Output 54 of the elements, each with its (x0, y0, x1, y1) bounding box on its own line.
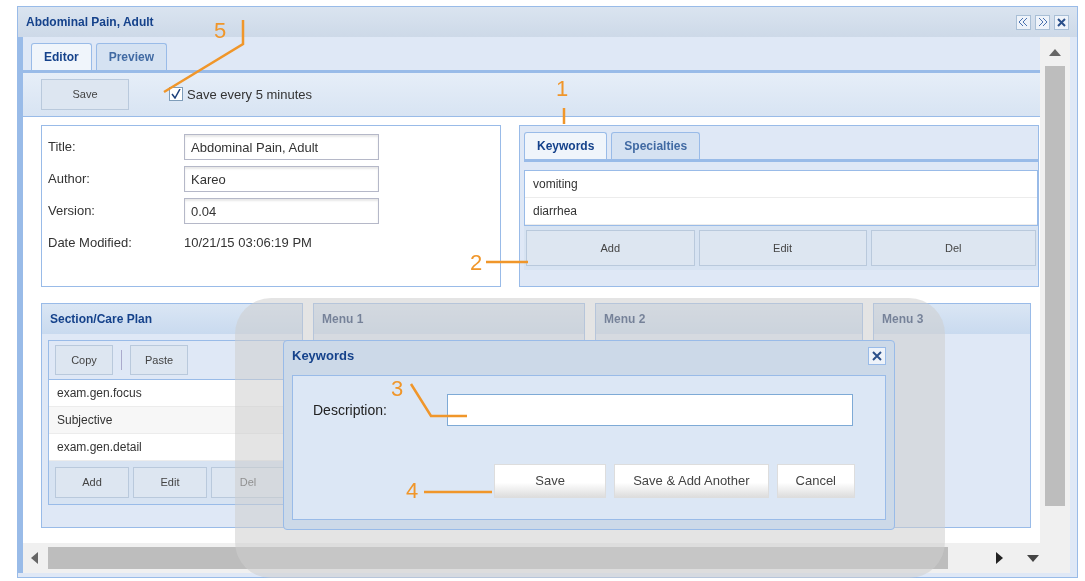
scroll-up-icon[interactable] (1049, 49, 1061, 56)
collapse-left-icon[interactable] (1016, 14, 1031, 30)
description-label: Description: (313, 400, 387, 420)
toolbar-button[interactable]: Copy (55, 344, 113, 375)
tab[interactable]: Specialties (611, 131, 701, 159)
leader-line (409, 383, 467, 418)
tab[interactable]: Preview (95, 43, 168, 70)
field-label: Author: (48, 169, 91, 188)
scroll-down-icon[interactable] (1027, 554, 1039, 562)
panel-title: Menu 3 (874, 303, 1030, 334)
tab[interactable]: Keywords (524, 131, 608, 159)
callout-number: 1 (556, 78, 569, 100)
save-button[interactable]: Save (41, 79, 129, 110)
field-label: Version: (48, 201, 96, 220)
autosave-label: Save every 5 minutes (187, 85, 312, 104)
scroll-left-icon[interactable] (31, 552, 38, 564)
panel-title: Section/Care Plan (42, 303, 302, 334)
collapse-right-icon[interactable] (1035, 14, 1050, 30)
panel-button[interactable]: Add (526, 229, 695, 266)
window-title: Abdominal Pain, Adult (26, 14, 154, 31)
field-label: Date Modified: (48, 233, 133, 252)
callout-number: 3 (391, 378, 404, 400)
callout-number: 2 (470, 252, 483, 274)
panel-title: Menu 2 (596, 303, 862, 334)
text-field[interactable]: Abdominal Pain, Adult (184, 133, 379, 160)
panel-button[interactable]: Add (55, 467, 129, 498)
dialog-button[interactable]: Save & Add Another (614, 464, 769, 498)
horizontal-scrollbar[interactable] (18, 543, 1070, 573)
close-icon[interactable] (1054, 14, 1069, 30)
panel-title: Menu 1 (314, 303, 584, 334)
leader-line (486, 260, 528, 264)
callout-number: 4 (406, 480, 419, 502)
panel-button[interactable]: Edit (133, 467, 207, 498)
dialog-button[interactable]: Save (494, 464, 607, 498)
vertical-scrollbar[interactable] (1040, 37, 1070, 543)
toolbar-button[interactable]: Paste (130, 344, 188, 375)
dialog-title: Keywords (292, 347, 355, 366)
field-value: 10/21/15 03:06:19 PM (184, 233, 312, 252)
scroll-right-icon[interactable] (996, 552, 1003, 564)
autosave-checkbox[interactable] (169, 87, 183, 102)
close-icon[interactable] (868, 347, 886, 365)
dialog-button[interactable]: Cancel (776, 464, 855, 498)
description-field[interactable] (446, 394, 853, 426)
list-item[interactable]: diarrhea (525, 197, 1037, 225)
leader-line (562, 108, 566, 124)
callout-number: 5 (214, 20, 227, 42)
leader-line (424, 490, 492, 494)
panel-button[interactable]: Del (870, 229, 1036, 266)
panel-button[interactable]: Edit (698, 229, 867, 266)
field-label: Title: (48, 137, 77, 156)
text-field[interactable]: 0.04 (184, 197, 379, 224)
text-field[interactable]: Kareo (184, 165, 379, 192)
list-item[interactable]: vomiting (525, 170, 1037, 198)
tab[interactable]: Editor (31, 43, 92, 70)
